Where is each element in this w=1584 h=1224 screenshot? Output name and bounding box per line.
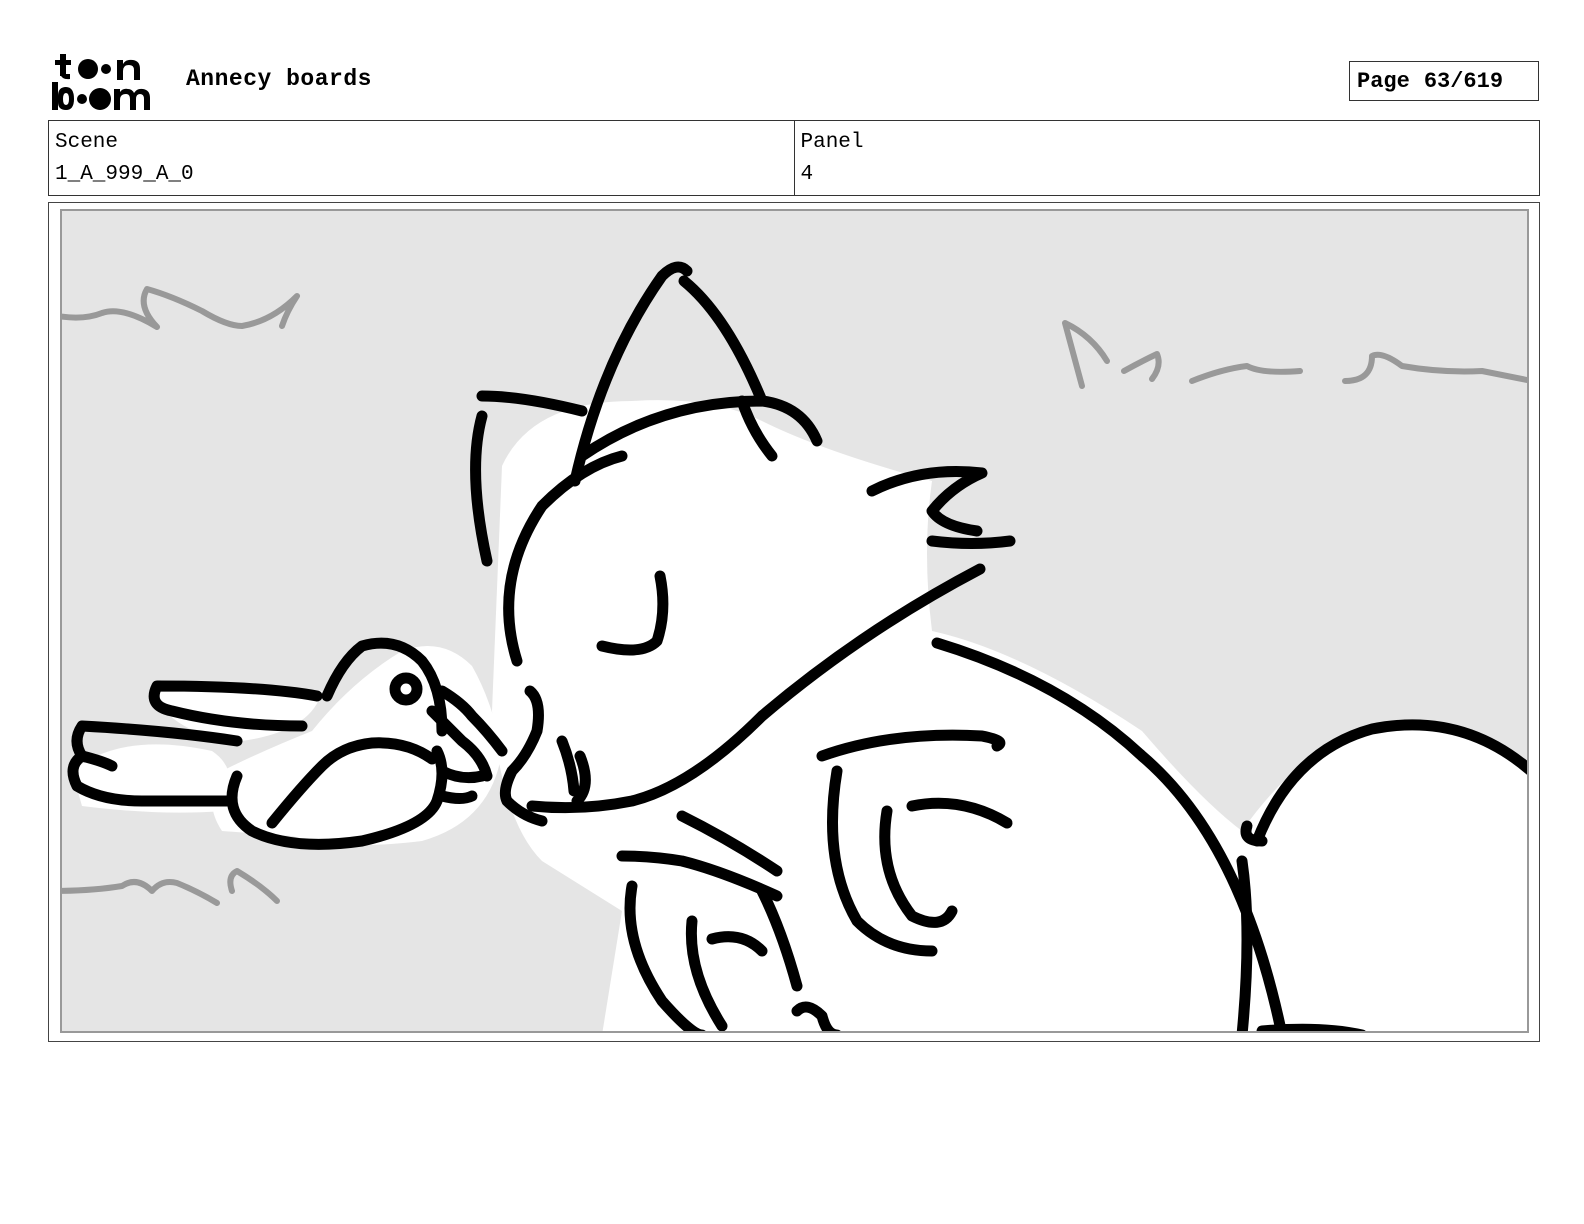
document-title: Annecy boards (186, 66, 372, 92)
scene-label: Scene (55, 131, 119, 154)
page-indicator: Page 63/619 (1349, 61, 1539, 101)
toon-boom-logo-icon (52, 54, 150, 110)
page-number: 63/619 (1423, 68, 1504, 94)
panel-drawing (60, 209, 1529, 1033)
page-label: Page (1357, 68, 1410, 94)
panel-label: Panel (800, 131, 864, 154)
character-fills (72, 400, 1527, 1031)
panel-cell: Panel 4 (793, 121, 1540, 195)
storyboard-sketch (62, 261, 1527, 1031)
scene-panel-table: Scene 1_A_999_A_0 Panel 4 (48, 120, 1540, 196)
scene-value: 1_A_999_A_0 (55, 163, 194, 186)
scene-cell: Scene 1_A_999_A_0 (49, 121, 794, 195)
panel-value: 4 (800, 163, 814, 186)
